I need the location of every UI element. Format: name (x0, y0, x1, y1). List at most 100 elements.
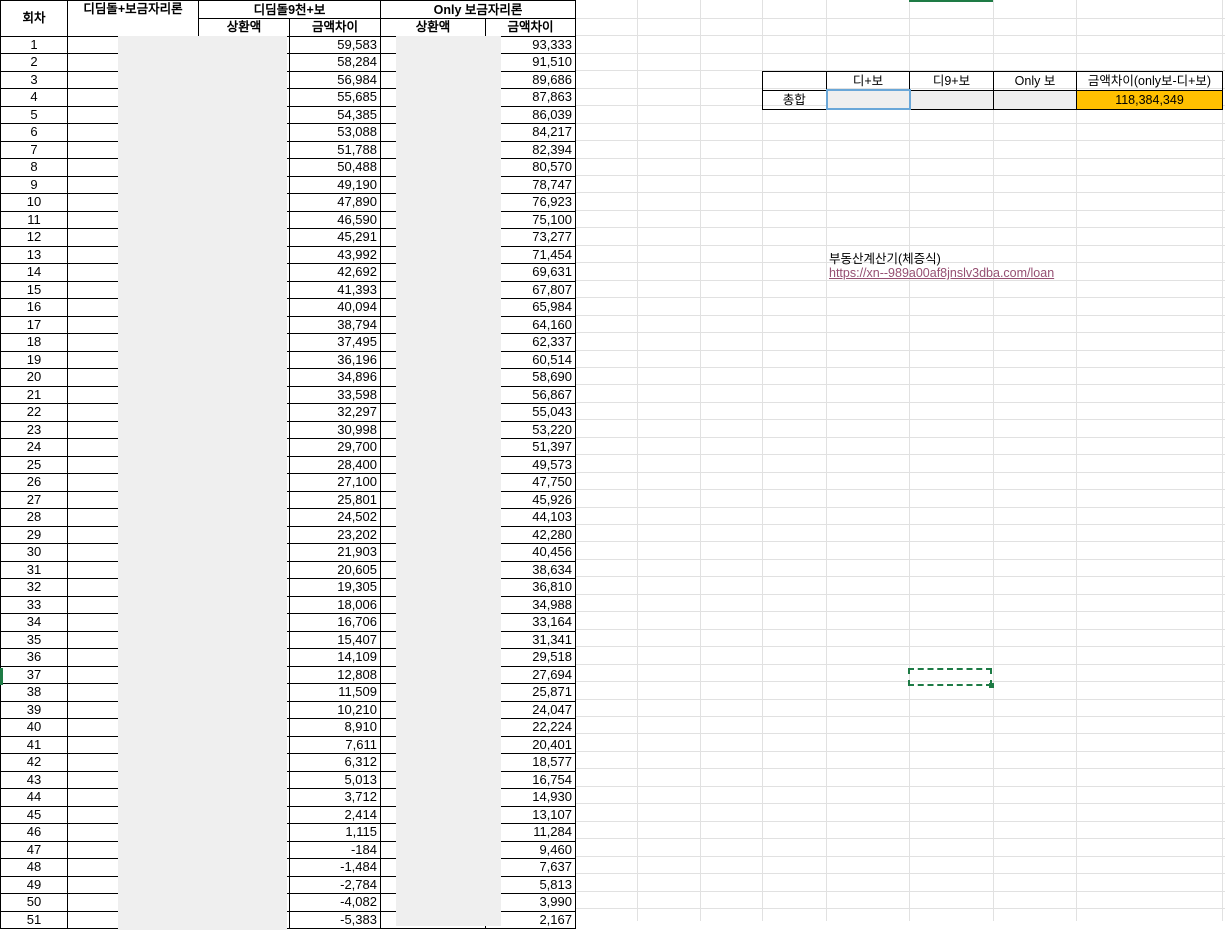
header-round[interactable]: 회차 (0, 0, 68, 37)
round-cell[interactable]: 18 (0, 333, 68, 352)
round-cell[interactable]: 40 (0, 718, 68, 737)
diff-cell[interactable]: 25,801 (289, 490, 381, 509)
diff-cell[interactable]: -4,082 (289, 893, 381, 912)
diff-cell[interactable]: 32,297 (289, 403, 381, 422)
diff-cell[interactable]: 28,400 (289, 455, 381, 474)
summary-cell-only-bo[interactable] (993, 89, 1077, 110)
round-cell[interactable]: 1 (0, 35, 68, 54)
diff-cell[interactable]: 40,094 (289, 298, 381, 317)
round-cell[interactable]: 10 (0, 193, 68, 212)
diff-cell[interactable]: 43,992 (289, 245, 381, 264)
round-cell[interactable]: 49 (0, 875, 68, 894)
diff-cell[interactable]: 27,100 (289, 473, 381, 492)
summary-cell-di-bo[interactable] (825, 89, 911, 110)
round-cell[interactable]: 33 (0, 595, 68, 614)
round-cell[interactable]: 5 (0, 105, 68, 124)
calculator-note[interactable]: 부동산계산기(체증식) (829, 248, 941, 267)
round-cell[interactable]: 43 (0, 770, 68, 789)
summary-header-di9-bo[interactable]: 디9+보 (909, 71, 994, 91)
round-cell[interactable]: 16 (0, 298, 68, 317)
round-cell[interactable]: 42 (0, 753, 68, 772)
round-cell[interactable]: 39 (0, 700, 68, 719)
summary-corner[interactable] (762, 71, 827, 91)
diff-cell[interactable]: 24,502 (289, 508, 381, 527)
round-cell[interactable]: 6 (0, 123, 68, 142)
diff-cell[interactable]: 34,896 (289, 368, 381, 387)
round-cell[interactable]: 2 (0, 53, 68, 72)
round-cell[interactable]: 32 (0, 578, 68, 597)
round-cell[interactable]: 9 (0, 175, 68, 194)
round-cell[interactable]: 47 (0, 840, 68, 859)
diff-cell[interactable]: 54,385 (289, 105, 381, 124)
round-cell[interactable]: 51 (0, 910, 68, 929)
diff-cell[interactable]: 55,685 (289, 88, 381, 107)
active-cell-cursor[interactable] (908, 668, 994, 688)
diff-cell[interactable]: 18,006 (289, 595, 381, 614)
diff-cell[interactable]: 56,984 (289, 70, 381, 89)
round-cell[interactable]: 21 (0, 385, 68, 404)
round-cell[interactable]: 24 (0, 438, 68, 457)
diff-cell[interactable]: 46,590 (289, 210, 381, 229)
diff-cell[interactable]: 11,509 (289, 683, 381, 702)
diff-cell[interactable]: 14,109 (289, 648, 381, 667)
diff-cell[interactable]: 37,495 (289, 333, 381, 352)
diff-cell[interactable]: 50,488 (289, 158, 381, 177)
round-cell[interactable]: 46 (0, 823, 68, 842)
round-cell[interactable]: 13 (0, 245, 68, 264)
header-repay-2[interactable]: 상환액 (380, 18, 486, 37)
round-cell[interactable]: 29 (0, 525, 68, 544)
diff-cell[interactable]: 59,583 (289, 35, 381, 54)
calculator-link[interactable]: https://xn--989a00af8jnslv3dba.com/loan (829, 266, 1054, 280)
round-cell[interactable]: 34 (0, 613, 68, 632)
diff-cell[interactable]: 58,284 (289, 53, 381, 72)
diff-cell[interactable]: -1,484 (289, 858, 381, 877)
round-cell[interactable]: 3 (0, 70, 68, 89)
diff-cell[interactable]: 47,890 (289, 193, 381, 212)
round-cell[interactable]: 50 (0, 893, 68, 912)
diff-cell[interactable]: 8,910 (289, 718, 381, 737)
diff-cell[interactable]: 36,196 (289, 350, 381, 369)
round-cell[interactable]: 25 (0, 455, 68, 474)
round-cell[interactable]: 27 (0, 490, 68, 509)
diff-cell[interactable]: -2,784 (289, 875, 381, 894)
diff-cell[interactable]: -5,383 (289, 910, 381, 929)
round-cell[interactable]: 15 (0, 280, 68, 299)
round-cell[interactable]: 41 (0, 735, 68, 754)
round-cell[interactable]: 26 (0, 473, 68, 492)
diff-cell[interactable]: 33,598 (289, 385, 381, 404)
round-cell[interactable]: 7 (0, 140, 68, 159)
round-cell[interactable]: 35 (0, 630, 68, 649)
round-cell[interactable]: 44 (0, 788, 68, 807)
summary-header-only-bo[interactable]: Only 보 (993, 71, 1077, 91)
diff-cell[interactable]: 38,794 (289, 315, 381, 334)
diff-cell[interactable]: 12,808 (289, 665, 381, 684)
header-didimdol-bogeum[interactable]: 디딤돌+보금자리론 (67, 0, 199, 37)
diff-cell[interactable]: 19,305 (289, 578, 381, 597)
diff-cell[interactable]: 10,210 (289, 700, 381, 719)
header-only-group[interactable]: Only 보금자리론 (380, 0, 576, 19)
header-diff[interactable]: 금액차이 (289, 18, 381, 37)
round-cell[interactable]: 14 (0, 263, 68, 282)
round-cell[interactable]: 31 (0, 560, 68, 579)
diff-cell[interactable]: 30,998 (289, 420, 381, 439)
diff-cell[interactable]: 29,700 (289, 438, 381, 457)
summary-total-cell[interactable]: 118,384,349 (1076, 89, 1223, 110)
round-cell[interactable]: 17 (0, 315, 68, 334)
header-repay[interactable]: 상환액 (198, 18, 290, 37)
diff-cell[interactable]: -184 (289, 840, 381, 859)
round-cell[interactable]: 48 (0, 858, 68, 877)
summary-header-di-bo[interactable]: 디+보 (826, 71, 910, 91)
round-cell[interactable]: 11 (0, 210, 68, 229)
round-cell[interactable]: 45 (0, 805, 68, 824)
spreadsheet-grid[interactable]: 회차 디딤돌+보금자리론 디딤돌9천+보 Only 보금자리론 상환액 금액차이… (0, 0, 1225, 930)
header-didimdol9-group[interactable]: 디딤돌9천+보 (198, 0, 381, 19)
diff-cell[interactable]: 7,611 (289, 735, 381, 754)
round-cell[interactable]: 30 (0, 543, 68, 562)
diff-cell[interactable]: 42,692 (289, 263, 381, 282)
summary-cell-di9-bo[interactable] (909, 89, 994, 110)
round-cell[interactable]: 37 (0, 665, 68, 684)
diff-cell[interactable]: 1,115 (289, 823, 381, 842)
diff-cell[interactable]: 3,712 (289, 788, 381, 807)
round-cell[interactable]: 20 (0, 368, 68, 387)
diff-cell[interactable]: 6,312 (289, 753, 381, 772)
